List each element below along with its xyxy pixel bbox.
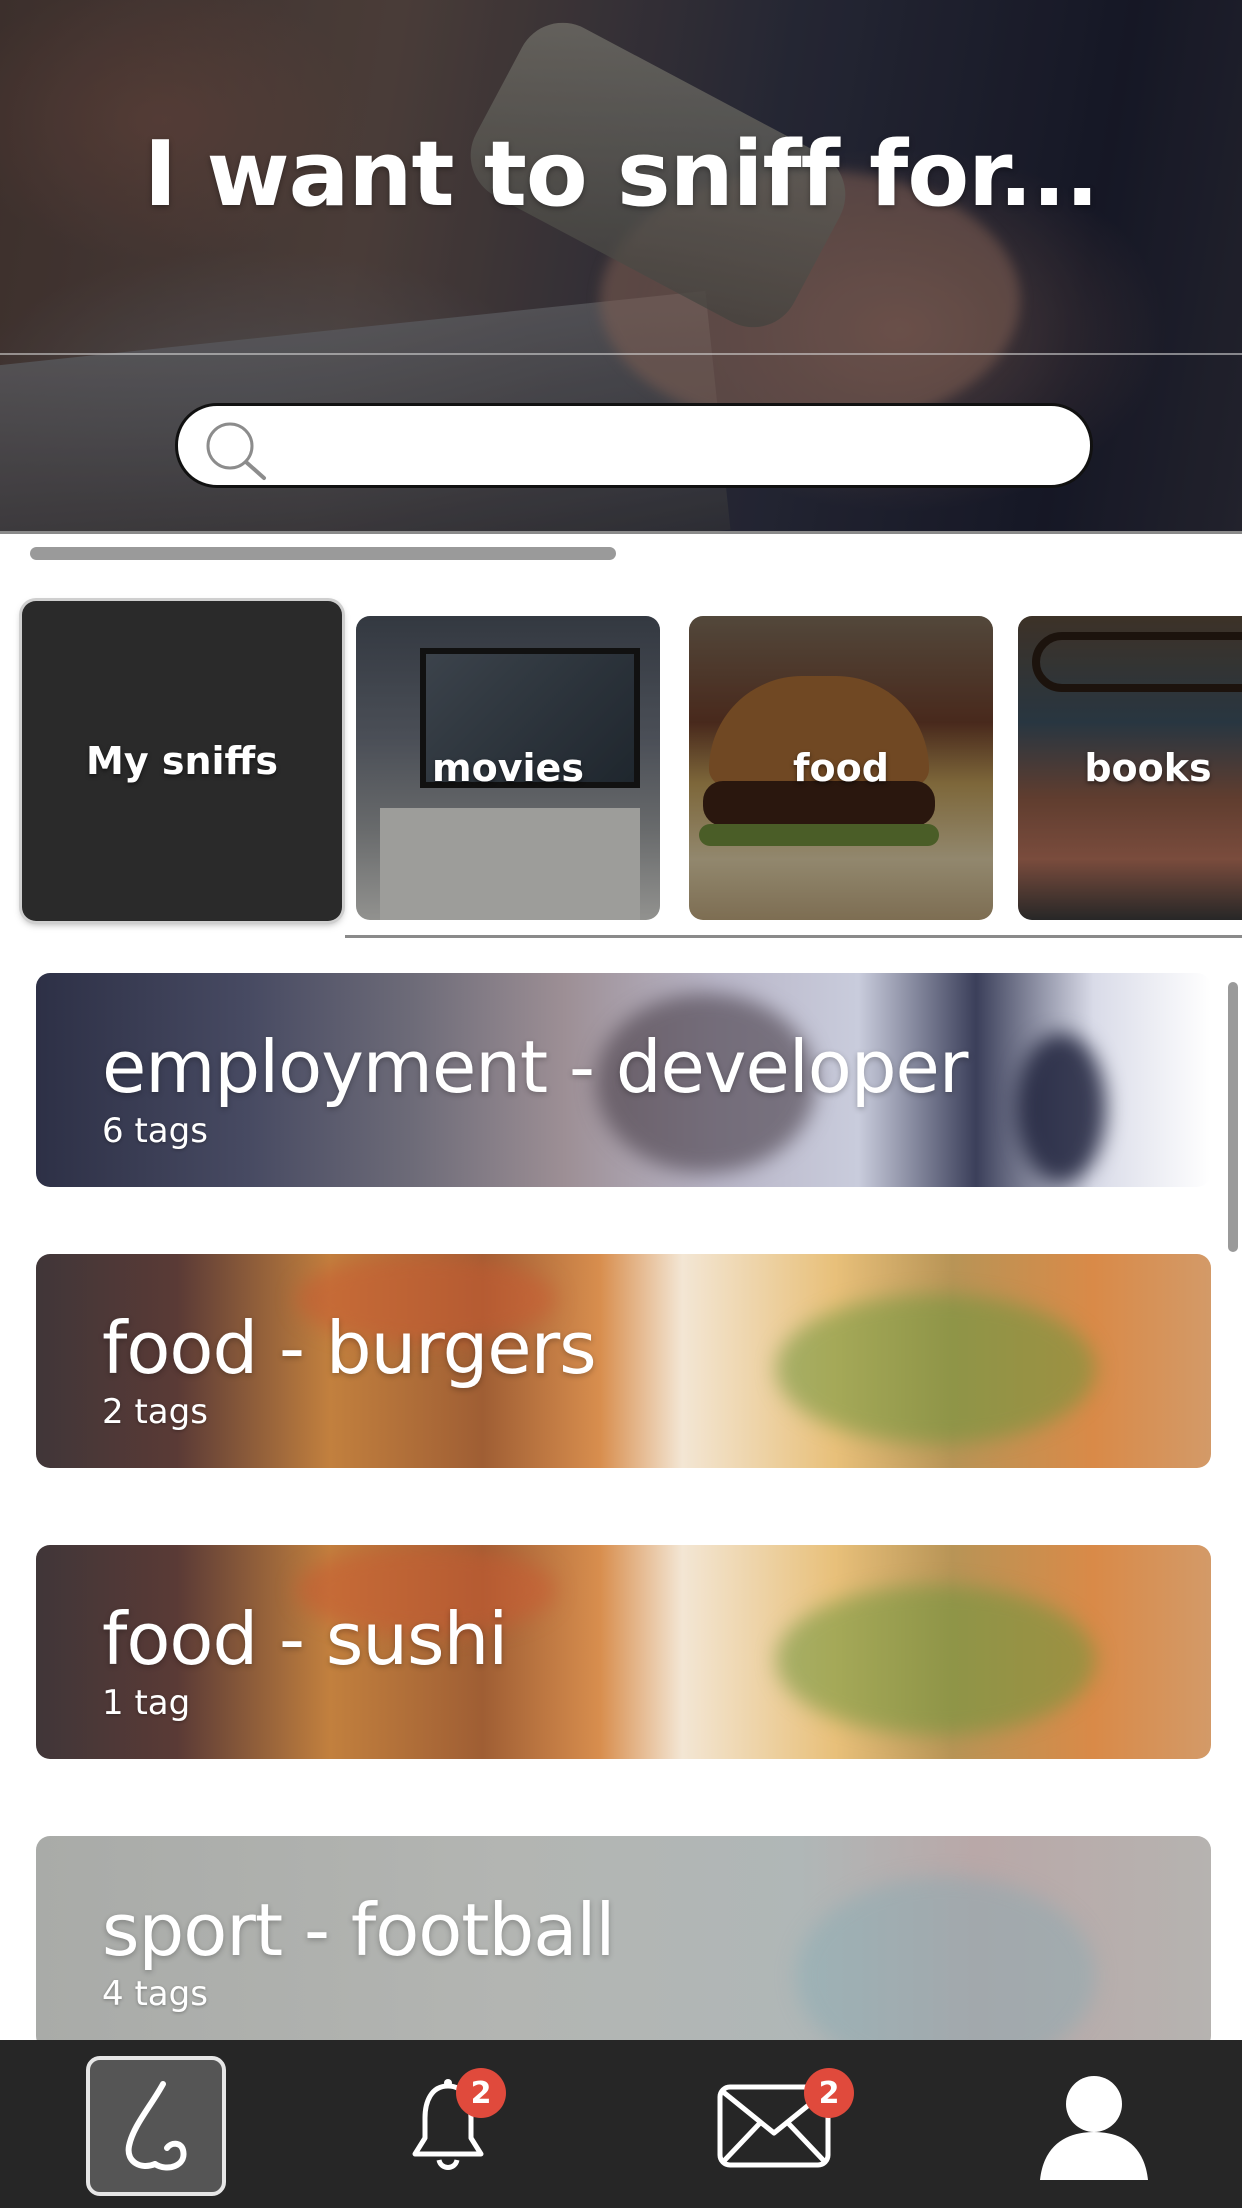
nav-notifications-button[interactable]: 2: [378, 2056, 518, 2196]
notification-badge: 2: [456, 2068, 506, 2118]
sniff-tag-count: 1 tag: [102, 1683, 191, 1723]
message-badge: 2: [804, 2068, 854, 2118]
bottom-nav: 2 2: [0, 2040, 1242, 2208]
header-bottom-border: [0, 531, 1242, 534]
category-label: books: [1084, 746, 1212, 790]
header-banner: I want to sniff for...: [0, 0, 1242, 533]
sniff-title: sport - football: [102, 1888, 615, 1972]
category-movies[interactable]: movies: [356, 616, 660, 920]
header-divider: [0, 353, 1242, 355]
category-my-sniffs[interactable]: My sniffs: [22, 601, 342, 921]
page-title: I want to sniff for...: [143, 122, 1100, 227]
sniff-card-sport-football[interactable]: sport - football 4 tags: [36, 1836, 1211, 2050]
category-label: movies: [432, 746, 584, 790]
sniff-tag-count: 6 tags: [102, 1111, 208, 1151]
category-label: food: [793, 746, 889, 790]
sniff-title: food - sushi: [102, 1597, 508, 1681]
sniff-card-food-burgers[interactable]: food - burgers 2 tags: [36, 1254, 1211, 1468]
search-icon: [206, 422, 266, 480]
category-food[interactable]: food: [689, 616, 993, 920]
sniff-title: employment - developer: [102, 1025, 968, 1109]
sniff-title: food - burgers: [102, 1306, 597, 1390]
sniff-tag-count: 2 tags: [102, 1392, 208, 1432]
sniff-tag-count: 4 tags: [102, 1974, 208, 2014]
nose-icon: [125, 2081, 187, 2171]
sniff-card-food-sushi[interactable]: food - sushi 1 tag: [36, 1545, 1211, 1759]
search-bar[interactable]: [175, 403, 1093, 488]
nav-profile-button[interactable]: [1024, 2056, 1164, 2196]
category-books[interactable]: books: [1018, 616, 1242, 920]
profile-icon: [1040, 2076, 1148, 2180]
category-scrollbar[interactable]: [30, 547, 616, 560]
list-scrollbar[interactable]: [1228, 982, 1238, 1252]
category-label: My sniffs: [86, 739, 278, 783]
nav-sniffs-button[interactable]: [86, 2056, 226, 2196]
nav-messages-button[interactable]: 2: [704, 2056, 854, 2196]
sniff-card-employment-developer[interactable]: employment - developer 6 tags: [36, 973, 1211, 1187]
category-divider: [345, 935, 1242, 938]
search-input[interactable]: [288, 416, 1068, 476]
